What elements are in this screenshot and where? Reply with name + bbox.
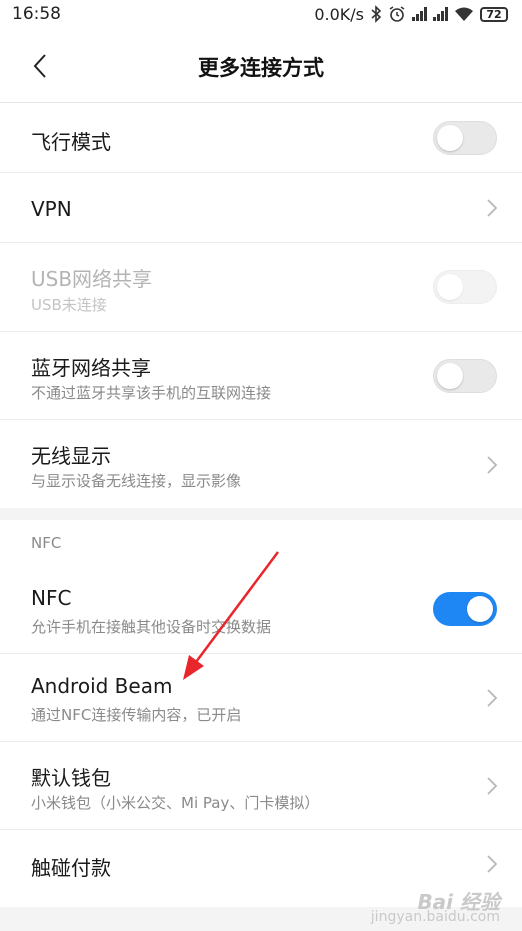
status-icons: 0.0K/s 72 [314,5,508,24]
setting-title: USB网络共享 [31,267,153,291]
setting-android-beam[interactable]: Android Beam 通过NFC连接传输内容，已开启 [0,654,522,742]
setting-subtitle: 不通过蓝牙共享该手机的互联网连接 [31,384,272,402]
setting-title: 触碰付款 [31,856,111,880]
chevron-right-icon [487,456,498,474]
app-header: 更多连接方式 [0,30,522,103]
usb-tethering-toggle[interactable] [433,270,497,304]
setting-title: 无线显示 [31,444,111,468]
chevron-right-icon [487,199,498,217]
setting-subtitle: 通过NFC连接传输内容，已开启 [31,706,242,724]
airplane-mode-toggle[interactable] [433,121,497,155]
bluetooth-tethering-toggle[interactable] [433,359,497,393]
chevron-right-icon [487,855,498,873]
setting-subtitle: 与显示设备无线连接，显示影像 [31,472,242,490]
alarm-icon [389,6,405,22]
setting-title: Android Beam [31,674,173,698]
toggle-knob [467,596,493,622]
section-header-nfc: NFC [31,534,62,552]
setting-wireless-display[interactable]: 无线显示 与显示设备无线连接，显示影像 [0,420,522,508]
section-divider [0,508,522,520]
setting-title: 默认钱包 [31,766,111,790]
toggle-knob [437,363,463,389]
battery-icon: 72 [480,6,508,22]
setting-subtitle: 允许手机在接触其他设备时交换数据 [31,618,272,636]
nfc-toggle[interactable] [433,592,497,626]
setting-vpn[interactable]: VPN [0,173,522,243]
setting-title: 蓝牙网络共享 [31,356,151,380]
watermark-logo: Bai 经验 jingyan.baidu.com [370,890,500,925]
setting-title: VPN [31,197,72,221]
setting-default-wallet[interactable]: 默认钱包 小米钱包（小米公交、Mi Pay、门卡模拟） [0,742,522,830]
setting-usb-tethering[interactable]: USB网络共享 USB未连接 [0,243,522,332]
signal-icon [412,7,427,21]
setting-airplane-mode[interactable]: 飞行模式 [0,103,522,173]
network-speed: 0.0K/s [314,4,364,24]
toggle-knob [437,125,463,151]
toggle-knob [437,274,463,300]
chevron-right-icon [487,689,498,707]
setting-nfc[interactable]: NFC 允许手机在接触其他设备时交换数据 [0,566,522,654]
setting-bluetooth-tethering[interactable]: 蓝牙网络共享 不通过蓝牙共享该手机的互联网连接 [0,332,522,420]
setting-subtitle: USB未连接 [31,296,107,314]
signal-icon [433,7,448,21]
setting-subtitle: 小米钱包（小米公交、Mi Pay、门卡模拟） [31,794,320,812]
bluetooth-icon [371,5,382,23]
setting-title: 飞行模式 [31,130,111,154]
status-bar: 16:58 0.0K/s 72 [0,0,522,28]
chevron-right-icon [487,777,498,795]
page-title: 更多连接方式 [198,56,324,80]
wifi-icon [455,7,473,21]
status-time: 16:58 [12,4,61,24]
setting-title: NFC [31,586,72,610]
